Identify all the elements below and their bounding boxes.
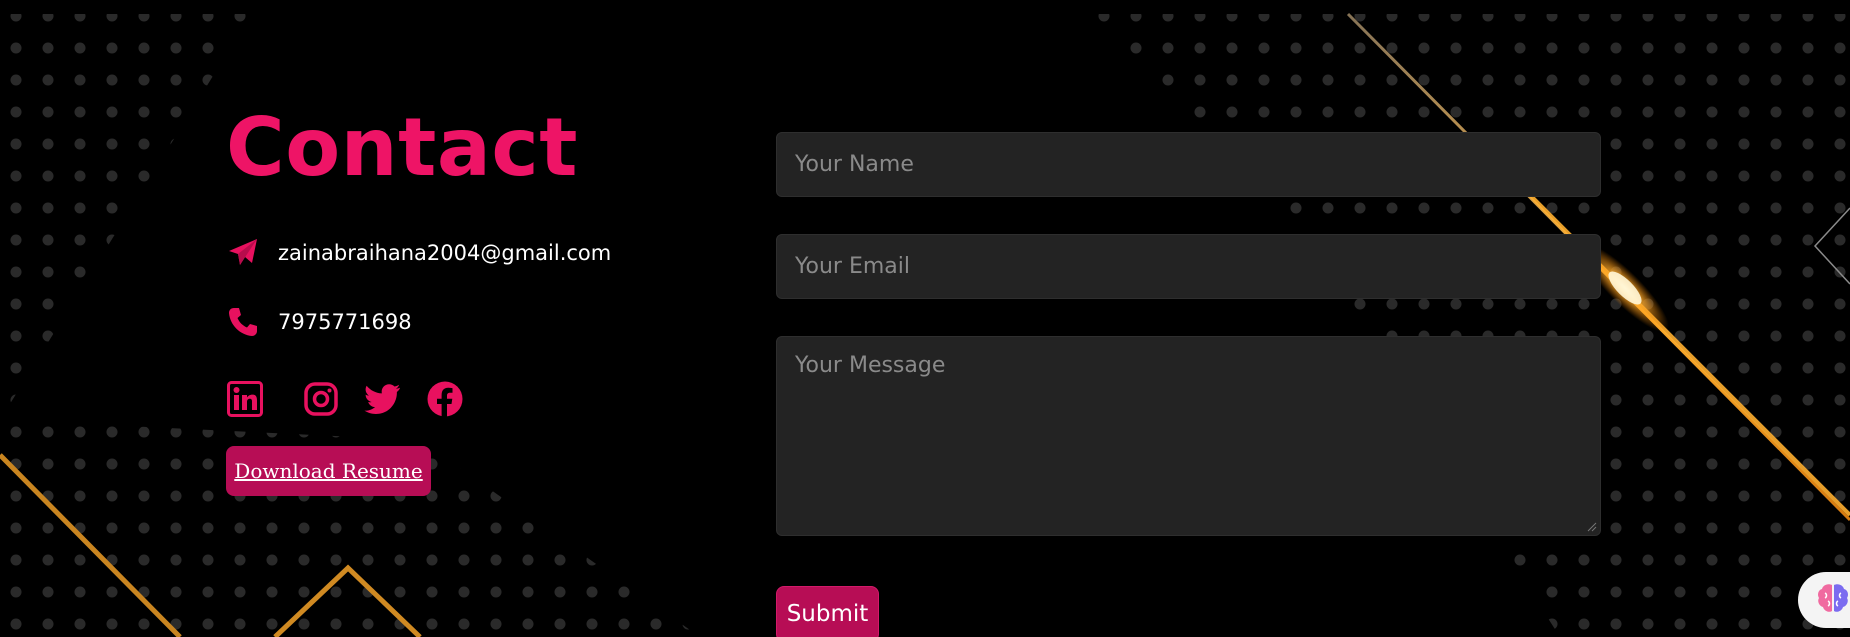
brain-icon [1816, 582, 1850, 618]
submit-button[interactable]: Submit [776, 586, 879, 637]
facebook-icon[interactable] [426, 380, 464, 418]
phone-icon [226, 305, 260, 339]
page-title: Contact [226, 101, 579, 194]
phone-row: 7975771698 [226, 305, 412, 339]
message-placeholder: Your Message [795, 353, 946, 378]
instagram-icon[interactable] [302, 380, 340, 418]
email-row: zainabraihana2004@gmail.com [226, 236, 611, 270]
phone-text: 7975771698 [278, 310, 412, 334]
paper-plane-icon [226, 236, 260, 270]
twitter-icon[interactable] [364, 380, 402, 418]
assistant-widget[interactable] [1798, 572, 1850, 628]
email-text: zainabraihana2004@gmail.com [278, 241, 612, 265]
social-links [226, 380, 488, 418]
resize-grip-icon[interactable] [1587, 522, 1597, 532]
name-input[interactable]: Your Name [776, 132, 1601, 197]
email-input[interactable]: Your Email [776, 234, 1601, 299]
contact-info-section: Contact zainabraihana2004@gmail.com 7975… [226, 101, 611, 496]
linkedin-icon[interactable] [226, 380, 264, 418]
message-textarea[interactable]: Your Message [776, 336, 1601, 536]
download-resume-button[interactable]: Download Resume [226, 446, 431, 496]
